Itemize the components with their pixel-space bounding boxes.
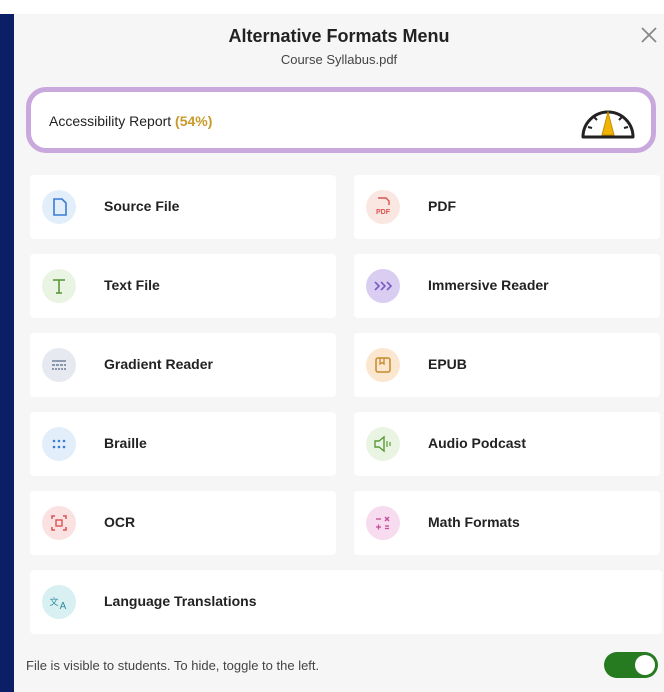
format-pdf[interactable]: PDF PDF (354, 175, 660, 239)
format-label: Braille (104, 435, 147, 451)
format-source-file[interactable]: Source File (30, 175, 336, 239)
dialog-header: Alternative Formats Menu Course Syllabus… (14, 14, 664, 84)
format-braille[interactable]: Braille (30, 412, 336, 476)
format-immersive-reader[interactable]: Immersive Reader (354, 254, 660, 318)
pdf-icon: PDF (366, 190, 400, 224)
format-label: Immersive Reader (428, 277, 549, 293)
scan-icon (42, 506, 76, 540)
close-button[interactable] (636, 22, 662, 48)
format-label: Math Formats (428, 514, 520, 530)
accessibility-report-text: Accessibility Report (54%) (49, 113, 212, 129)
format-ocr[interactable]: OCR (30, 491, 336, 555)
format-language-translations[interactable]: 文 A Language Translations (30, 570, 662, 634)
alternative-formats-dialog: Alternative Formats Menu Course Syllabus… (14, 14, 664, 692)
file-name: Course Syllabus.pdf (280, 52, 398, 67)
file-icon (42, 190, 76, 224)
dialog-title: Alternative Formats Menu (228, 26, 450, 46)
close-icon (641, 27, 657, 43)
cropped-header-strip (0, 0, 664, 14)
chevrons-icon (366, 269, 400, 303)
accessibility-report-button[interactable]: Accessibility Report (54%) (26, 87, 656, 153)
svg-text:PDF: PDF (376, 209, 391, 216)
text-t-icon (42, 269, 76, 303)
format-label: PDF (428, 198, 456, 214)
dots-icon (42, 427, 76, 461)
math-icon (366, 506, 400, 540)
book-icon (366, 348, 400, 382)
format-label: Audio Podcast (428, 435, 527, 451)
translate-icon: 文 A (42, 585, 76, 619)
format-label: Text File (104, 277, 160, 293)
visibility-toggle[interactable] (604, 652, 658, 678)
format-epub[interactable]: EPUB (354, 333, 660, 397)
format-label: EPUB (428, 356, 467, 372)
format-audio-podcast[interactable]: Audio Podcast (354, 412, 660, 476)
format-label: Language Translations (104, 593, 257, 609)
format-math-formats[interactable]: Math Formats (354, 491, 660, 555)
toggle-knob (635, 655, 655, 675)
accessibility-score: (54%) (175, 113, 213, 129)
speaker-icon (366, 427, 400, 461)
format-label: Gradient Reader (104, 356, 213, 372)
svg-text:文: 文 (49, 596, 58, 608)
format-gradient-reader[interactable]: Gradient Reader (30, 333, 336, 397)
accessibility-report-label: Accessibility Report (49, 113, 172, 129)
visibility-hint: File is visible to students. To hide, to… (26, 658, 320, 673)
format-text-file[interactable]: Text File (30, 254, 336, 318)
lines-icon (42, 348, 76, 382)
format-label: Source File (104, 198, 180, 214)
gauge-icon (581, 110, 635, 139)
svg-text:A: A (60, 601, 67, 612)
format-label: OCR (104, 514, 136, 530)
